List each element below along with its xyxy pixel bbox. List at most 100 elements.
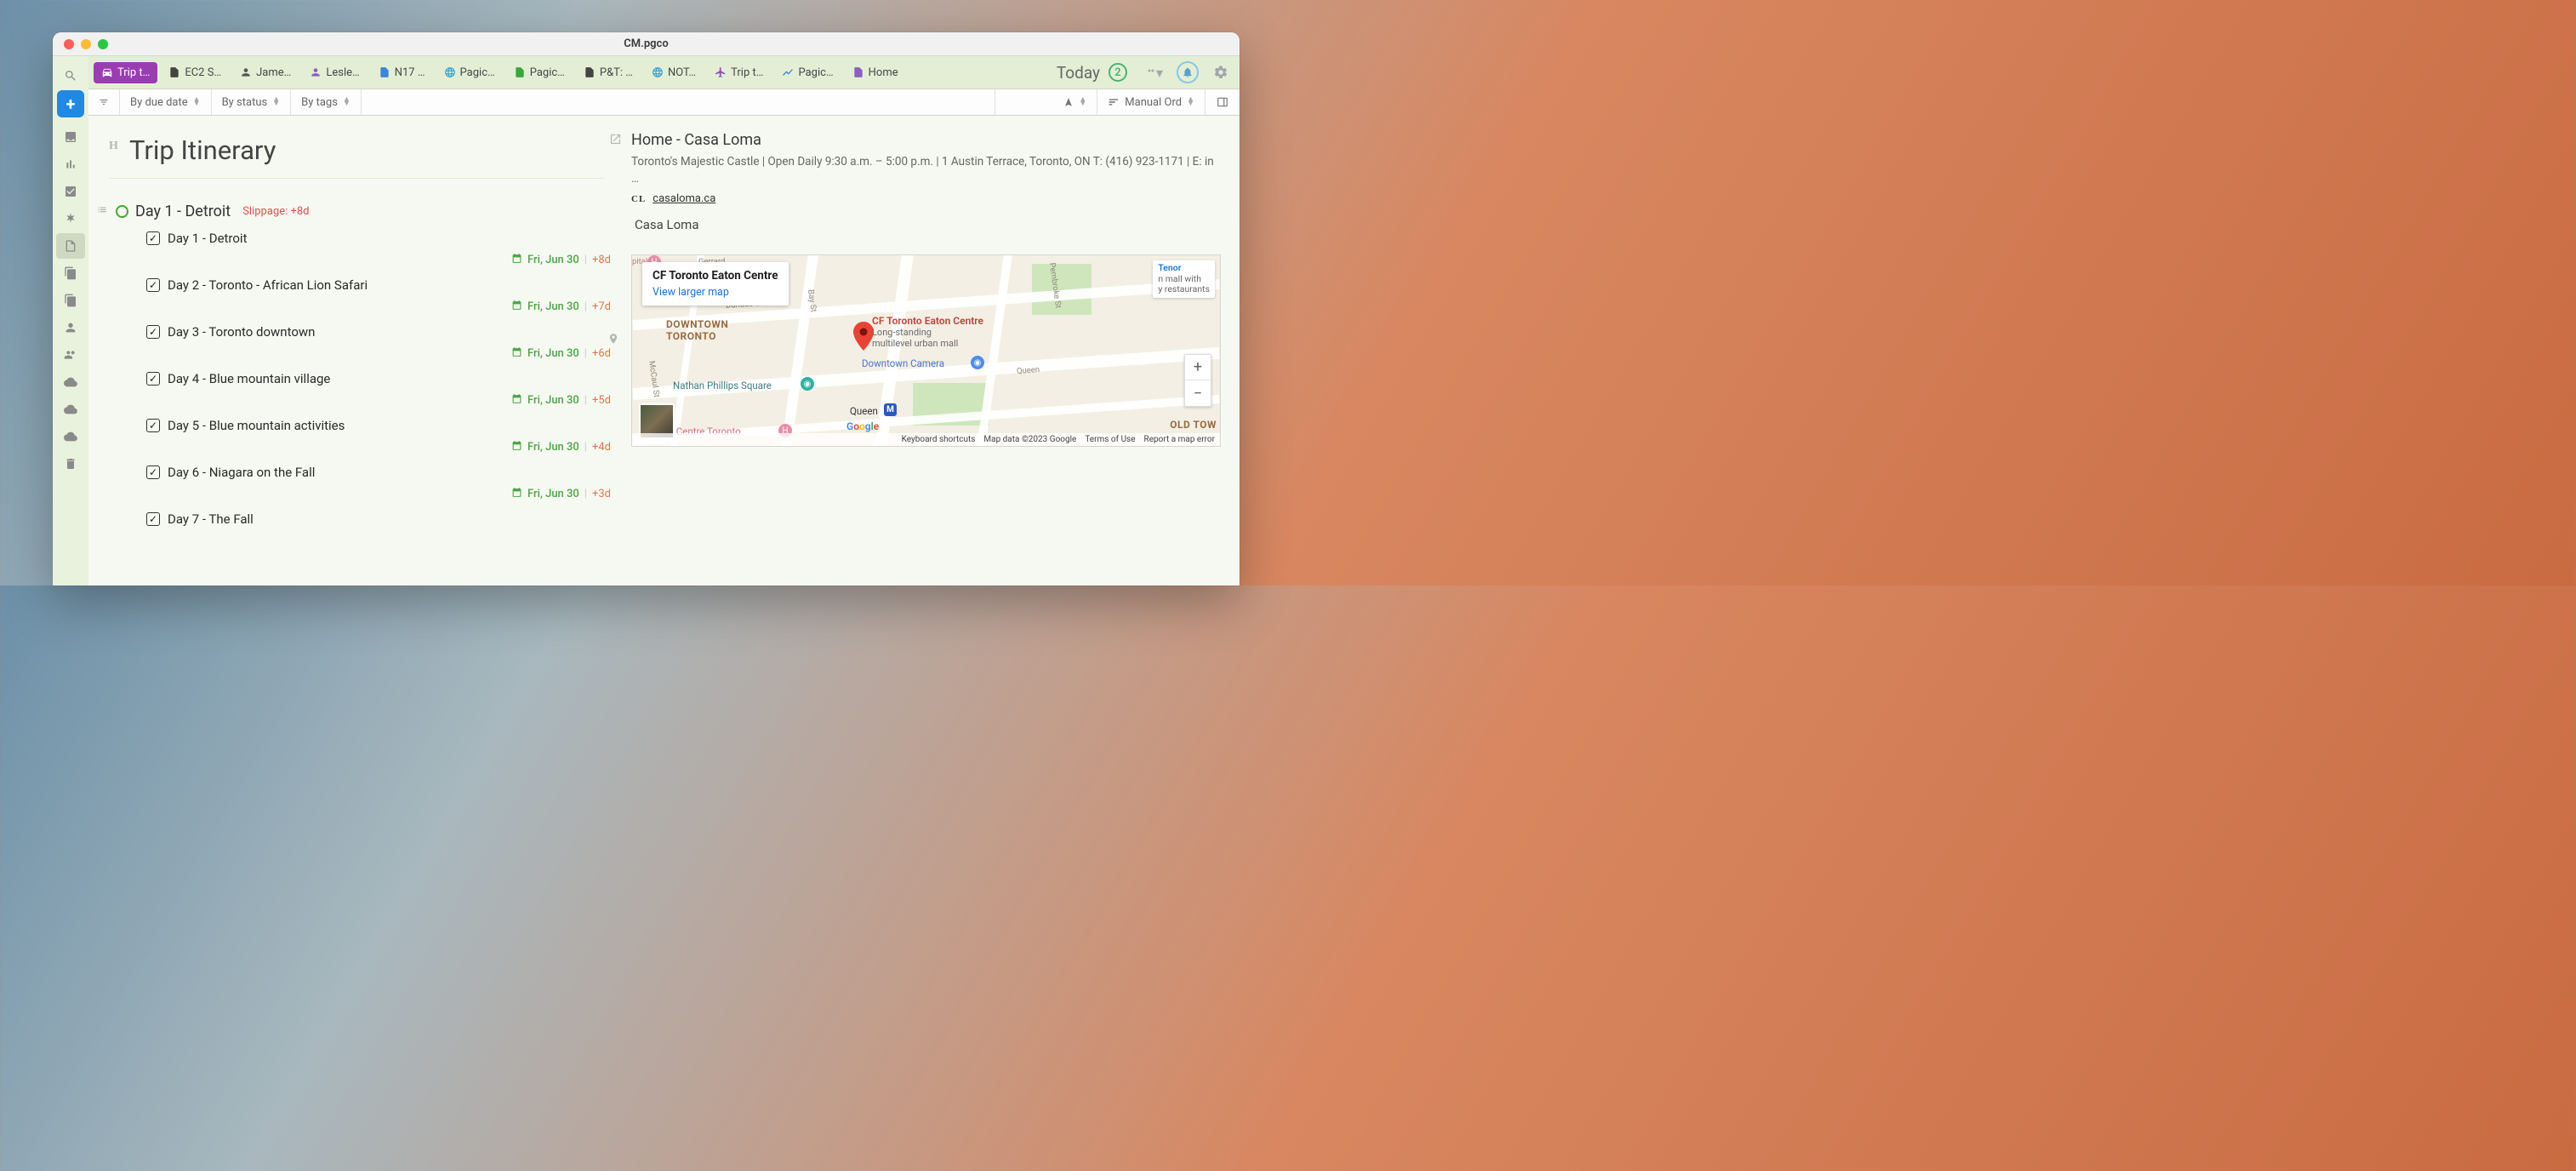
cloud3-icon[interactable] (56, 424, 85, 449)
item-row[interactable]: Day 2 - Toronto - African Lion Safari Fr… (146, 277, 604, 314)
filter-status[interactable]: By status▲▼ (212, 89, 292, 115)
person1-icon[interactable] (56, 315, 85, 340)
tab-11[interactable]: Home (845, 62, 906, 83)
section-title: Day 1 - Detroit (135, 203, 231, 220)
poi-np-icon: ◉ (801, 377, 814, 391)
due-date: Fri, Jun 30 (527, 300, 579, 313)
cloud2-icon[interactable] (56, 397, 85, 422)
item-title: Day 3 - Toronto downtown (168, 324, 315, 340)
checkbox[interactable] (146, 466, 160, 479)
document-icon[interactable] (56, 233, 85, 259)
tab-label: Pagic… (530, 66, 565, 79)
queen-station: Queen (850, 405, 878, 417)
search-icon[interactable] (56, 63, 85, 89)
filter-due[interactable]: By due date▲▼ (120, 89, 212, 115)
item-title: Day 4 - Blue mountain village (168, 371, 330, 386)
tab-label: Pagic… (460, 66, 495, 79)
tab-3[interactable]: Lesle… (302, 62, 367, 83)
item-title: Day 7 - The Fall (168, 511, 254, 527)
tab-9[interactable]: Trip t… (707, 62, 771, 83)
people-icon[interactable] (56, 342, 85, 368)
tab-label: Jame… (256, 66, 291, 79)
filter-tags[interactable]: By tags▲▼ (291, 89, 362, 115)
filter-funnel-icon[interactable] (88, 89, 120, 115)
tab-10[interactable]: Pagic… (774, 62, 841, 83)
checkbox[interactable] (146, 231, 160, 245)
tab-4[interactable]: N17 … (371, 62, 433, 83)
view-larger-map-link[interactable]: View larger map (653, 286, 729, 299)
sidebar: + (53, 56, 88, 586)
tab-8[interactable]: NOT… (644, 62, 704, 83)
tab-label: N17 … (395, 66, 425, 79)
checkbox[interactable] (146, 372, 160, 386)
map[interactable]: Gerrard Dundas St W Bay St Queen Pembrok… (631, 254, 1221, 447)
copy1-icon[interactable] (56, 260, 85, 286)
today-label[interactable]: Today (1057, 63, 1100, 83)
map-report[interactable]: Report a map error (1144, 435, 1215, 444)
tab-2[interactable]: Jame… (232, 62, 299, 83)
item-title: Day 6 - Niagara on the Fall (168, 465, 315, 480)
location-name: Casa Loma (635, 217, 1221, 232)
item-row[interactable]: Day 1 - Detroit Fri, Jun 30 | +8d (146, 231, 604, 267)
checkbox[interactable] (146, 278, 160, 292)
item-row[interactable]: Day 5 - Blue mountain activities Fri, Ju… (146, 418, 604, 454)
tab-5[interactable]: Pagic… (436, 62, 503, 83)
item-row[interactable]: Day 7 - The Fall (146, 511, 604, 527)
tab-label: P&T: … (600, 66, 633, 79)
detail-title: Home - Casa Loma (631, 131, 1221, 149)
bell-icon[interactable] (1177, 61, 1199, 83)
checkbox[interactable] (146, 419, 160, 432)
tab-label: EC2 S… (185, 66, 221, 79)
due-date: Fri, Jun 30 (527, 488, 579, 500)
tenor-box: Tenor n mall with y restaurants (1153, 260, 1215, 298)
right-pane: Home - Casa Loma Toronto's Majestic Cast… (624, 116, 1240, 586)
source-link[interactable]: casaloma.ca (653, 192, 715, 205)
tab-7[interactable]: P&T: … (576, 62, 641, 83)
section-head[interactable]: Day 1 - Detroit Slippage: +8d (95, 203, 604, 220)
inbox-icon[interactable] (56, 124, 85, 150)
item-title: Day 1 - Detroit (168, 231, 247, 246)
item-row[interactable]: Day 4 - Blue mountain village Fri, Jun 3… (146, 371, 604, 408)
items-list: Day 1 - Detroit Fri, Jun 30 | +8d Day 2 … (109, 231, 604, 527)
item-title: Day 5 - Blue mountain activities (168, 418, 345, 433)
map-terms[interactable]: Terms of Use (1085, 435, 1135, 444)
stats-icon[interactable] (56, 151, 85, 177)
due-date: Fri, Jun 30 (527, 347, 579, 360)
zoom-out-button[interactable]: − (1185, 380, 1211, 406)
poi-dc: Downtown Camera (862, 357, 944, 369)
checkbox[interactable] (146, 512, 160, 526)
zoom-in-button[interactable]: + (1185, 355, 1211, 380)
trash-icon[interactable] (56, 451, 85, 477)
slippage-label: Slippage: +8d (242, 205, 309, 218)
metro-icon: M (884, 403, 897, 416)
item-row[interactable]: Day 6 - Niagara on the Fall Fri, Jun 30 … (146, 465, 604, 501)
tab-label: Trip t… (731, 66, 763, 79)
delta: +3d (592, 488, 611, 500)
today-badge[interactable]: 2 (1108, 63, 1127, 82)
cloud1-icon[interactable] (56, 369, 85, 395)
asterisk-icon[interactable] (56, 206, 85, 231)
tab-6[interactable]: Pagic… (506, 62, 573, 83)
checkbox[interactable] (146, 325, 160, 339)
google-logo: Google (846, 420, 879, 432)
filter-location[interactable]: ▲▼ (995, 89, 1097, 115)
panel-toggle-icon[interactable] (1205, 89, 1240, 115)
delta: +8d (592, 254, 611, 266)
tab-1[interactable]: EC2 S… (161, 62, 229, 83)
item-row[interactable]: Day 3 - Toronto downtown Fri, Jun 30 | +… (146, 324, 604, 361)
old-town-label: OLD TOW (1170, 419, 1217, 431)
copy2-icon[interactable] (56, 288, 85, 313)
map-shortcuts[interactable]: Keyboard shortcuts (902, 435, 976, 444)
external-link-icon[interactable] (609, 133, 622, 149)
ring-icon (116, 205, 128, 218)
check-icon[interactable] (56, 179, 85, 204)
filter-sort[interactable]: Manual Ord▲▼ (1097, 89, 1205, 115)
add-button[interactable]: + (57, 90, 84, 117)
map-info-box: CF Toronto Eaton Centre View larger map (642, 262, 789, 306)
tab-0[interactable]: Trip t… (94, 62, 157, 83)
gear-icon[interactable] (1212, 64, 1229, 81)
source-badge: CL (631, 194, 646, 204)
tab-label: Home (869, 66, 898, 79)
detail-source: CL casaloma.ca (631, 192, 1221, 205)
share-icon[interactable]: ▾ (1146, 64, 1163, 81)
